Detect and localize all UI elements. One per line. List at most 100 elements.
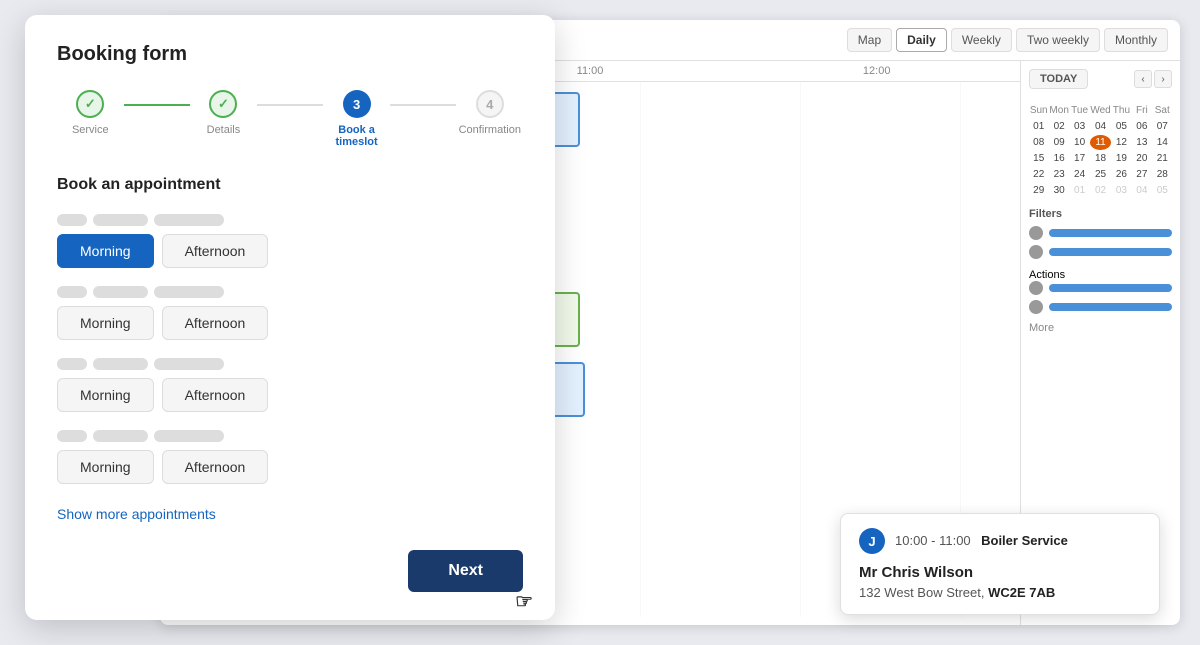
- cal-day-12[interactable]: 12: [1112, 135, 1131, 150]
- cal-day-01[interactable]: 01: [1029, 119, 1048, 134]
- cal-day-10[interactable]: 10: [1070, 135, 1089, 150]
- date-seg-4c: [154, 430, 224, 442]
- cal-day-next-03[interactable]: 03: [1112, 183, 1131, 198]
- filter-item-2[interactable]: [1029, 245, 1172, 259]
- date-placeholder-1: [57, 214, 523, 226]
- step-circle-details: ✓: [209, 90, 237, 118]
- time-buttons-3: Morning Afternoon: [57, 378, 523, 412]
- cal-day-13[interactable]: 13: [1132, 135, 1151, 150]
- booking-form: Booking form ✓ Service ✓ Details 3 Book …: [25, 15, 555, 620]
- cal-day-26[interactable]: 26: [1112, 167, 1131, 182]
- actions-title: Actions: [1029, 269, 1172, 281]
- afternoon-btn-3[interactable]: Afternoon: [162, 378, 269, 412]
- cal-day-next-02[interactable]: 02: [1090, 183, 1110, 198]
- cal-day-28[interactable]: 28: [1153, 167, 1172, 182]
- stepper: ✓ Service ✓ Details 3 Book a timeslot 4 …: [57, 90, 523, 148]
- cal-day-29[interactable]: 29: [1029, 183, 1048, 198]
- cal-day-23[interactable]: 23: [1049, 167, 1068, 182]
- action-bar-1: [1049, 284, 1172, 292]
- morning-btn-4[interactable]: Morning: [57, 450, 154, 484]
- morning-btn-2[interactable]: Morning: [57, 306, 154, 340]
- morning-btn-3[interactable]: Morning: [57, 378, 154, 412]
- date-seg-3c: [154, 358, 224, 370]
- cal-day-30[interactable]: 30: [1049, 183, 1068, 198]
- cursor-icon: ☞: [515, 589, 533, 614]
- cal-day-08[interactable]: 08: [1029, 135, 1048, 150]
- cal-day-21[interactable]: 21: [1153, 151, 1172, 166]
- cal-day-17[interactable]: 17: [1070, 151, 1089, 166]
- step-circle-timeslot: 3: [343, 90, 371, 118]
- date-seg-1c: [154, 214, 224, 226]
- popup-time-service: 10:00 - 11:00 Boiler Service: [895, 532, 1068, 550]
- filter-person-icon-1: [1029, 226, 1043, 240]
- afternoon-btn-2[interactable]: Afternoon: [162, 306, 269, 340]
- prev-arrow[interactable]: ‹: [1134, 70, 1152, 88]
- morning-btn-1[interactable]: Morning: [57, 234, 154, 268]
- cal-day-16[interactable]: 16: [1049, 151, 1068, 166]
- view-monthly[interactable]: Monthly: [1104, 28, 1168, 52]
- step-details: ✓ Details: [190, 90, 257, 136]
- view-map[interactable]: Map: [847, 28, 892, 52]
- popup-address: 132 West Bow Street, WC2E 7AB: [859, 585, 1141, 600]
- cal-day-02[interactable]: 02: [1049, 119, 1068, 134]
- step-circle-confirmation: 4: [476, 90, 504, 118]
- day-sun: Sun: [1029, 103, 1048, 118]
- step-timeslot: 3 Book a timeslot: [323, 90, 390, 148]
- connector-2: [257, 104, 324, 106]
- afternoon-btn-4[interactable]: Afternoon: [162, 450, 269, 484]
- action-item-2[interactable]: [1029, 300, 1172, 314]
- step-label-service: Service: [72, 124, 109, 136]
- actions-section: Actions More: [1029, 269, 1172, 334]
- next-button-wrap: Next ☞: [57, 550, 523, 592]
- cal-day-11[interactable]: 11: [1090, 135, 1110, 150]
- cal-day-27[interactable]: 27: [1132, 167, 1151, 182]
- cal-day-03[interactable]: 03: [1070, 119, 1089, 134]
- cal-day-04[interactable]: 04: [1090, 119, 1110, 134]
- date-placeholder-2: [57, 286, 523, 298]
- cal-day-15[interactable]: 15: [1029, 151, 1048, 166]
- cal-day-22[interactable]: 22: [1029, 167, 1048, 182]
- date-seg-1a: [57, 214, 87, 226]
- filters-title: Filters: [1029, 208, 1172, 220]
- cal-day-19[interactable]: 19: [1112, 151, 1131, 166]
- cal-day-24[interactable]: 24: [1070, 167, 1089, 182]
- next-button[interactable]: Next ☞: [408, 550, 523, 592]
- step-circle-service: ✓: [76, 90, 104, 118]
- cal-day-next-01[interactable]: 01: [1070, 183, 1089, 198]
- date-seg-2b: [93, 286, 148, 298]
- filter-item-1[interactable]: [1029, 226, 1172, 240]
- mini-calendar: Sun Mon Tue Wed Thu Fri Sat 01 02 03 04 …: [1029, 103, 1172, 198]
- appt-row-4: Morning Afternoon: [57, 430, 523, 484]
- afternoon-btn-1[interactable]: Afternoon: [162, 234, 269, 268]
- cal-day-18[interactable]: 18: [1090, 151, 1110, 166]
- cal-day-next-04[interactable]: 04: [1132, 183, 1151, 198]
- day-thu: Thu: [1112, 103, 1131, 118]
- cal-day-07[interactable]: 07: [1153, 119, 1172, 134]
- cal-day-05[interactable]: 05: [1112, 119, 1131, 134]
- view-two-weekly[interactable]: Two weekly: [1016, 28, 1100, 52]
- step-confirmation: 4 Confirmation: [456, 90, 523, 136]
- cal-day-09[interactable]: 09: [1049, 135, 1068, 150]
- view-daily[interactable]: Daily: [896, 28, 947, 52]
- cal-day-20[interactable]: 20: [1132, 151, 1151, 166]
- day-wed: Wed: [1090, 103, 1110, 118]
- popup-name: Mr Chris Wilson: [859, 564, 1141, 581]
- next-arrow[interactable]: ›: [1154, 70, 1172, 88]
- view-weekly[interactable]: Weekly: [951, 28, 1012, 52]
- day-fri: Fri: [1132, 103, 1151, 118]
- cal-day-next-05[interactable]: 05: [1153, 183, 1172, 198]
- cal-day-14[interactable]: 14: [1153, 135, 1172, 150]
- filter-bar-1: [1049, 229, 1172, 237]
- day-sat: Sat: [1153, 103, 1172, 118]
- date-placeholder-3: [57, 358, 523, 370]
- today-button[interactable]: TODAY: [1029, 69, 1088, 89]
- action-item-1[interactable]: [1029, 281, 1172, 295]
- time-buttons-2: Morning Afternoon: [57, 306, 523, 340]
- connector-3: [390, 104, 457, 106]
- step-service: ✓ Service: [57, 90, 124, 136]
- day-tue: Tue: [1070, 103, 1089, 118]
- time-label-12: 12:00: [733, 65, 1020, 77]
- show-more-link[interactable]: Show more appointments: [57, 506, 216, 522]
- cal-day-06[interactable]: 06: [1132, 119, 1151, 134]
- cal-day-25[interactable]: 25: [1090, 167, 1110, 182]
